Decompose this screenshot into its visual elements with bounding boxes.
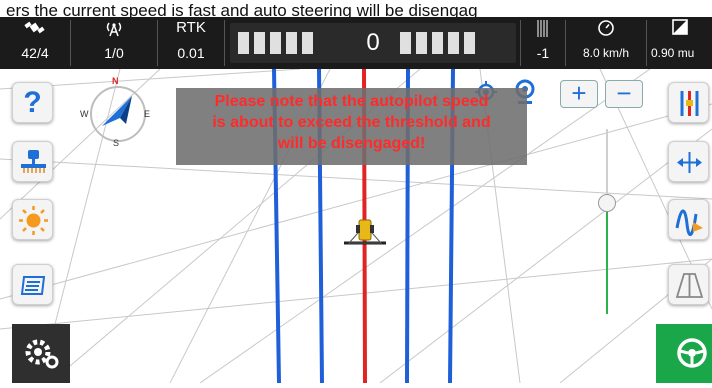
satellite-status[interactable]: 42/4: [0, 17, 70, 69]
perspective-view-icon: [675, 273, 704, 298]
lightbar-segment: [432, 32, 443, 54]
radio-status[interactable]: 1/0: [71, 17, 157, 69]
rtk-value: 0.01: [177, 45, 205, 61]
speed-value: 8.0 km/h: [582, 46, 630, 60]
shift-line-button[interactable]: [668, 141, 709, 182]
lightbar-segment: [254, 32, 265, 54]
settings-button[interactable]: [12, 324, 70, 383]
settings-icon: [25, 339, 59, 369]
lightbar-segment: [400, 32, 411, 54]
implement-icon: [21, 150, 46, 173]
auto-steer-engage-button[interactable]: [656, 324, 712, 383]
status-bar: 42/4 1/0 RTK 0.01 0 -1 8.0 km/h 0.90 mu: [0, 17, 712, 69]
lightbar-segment: [302, 32, 313, 54]
lightbar-segment: [448, 32, 459, 54]
zoom-out-label: −: [616, 78, 632, 108]
implement-button[interactable]: [12, 141, 53, 182]
lightbar-segment: [464, 32, 475, 54]
warning-line-1: Please note that the autopilot speed: [214, 93, 489, 110]
warning-line-3: will be disengaged!: [277, 135, 426, 152]
zoom-in-button[interactable]: +: [560, 78, 598, 108]
curve-line-icon: [675, 209, 703, 237]
speed-status[interactable]: 8.0 km/h: [566, 17, 646, 69]
curve-line-button[interactable]: [668, 199, 709, 240]
compass[interactable]: N S W E: [80, 76, 158, 150]
signal-value: -1: [536, 45, 550, 61]
lightbar-segment: [270, 32, 281, 54]
width-value: 0.90 mu: [651, 46, 695, 60]
guidance-lines-button[interactable]: [668, 82, 709, 123]
radio-value: 1/0: [104, 45, 124, 61]
steering-wheel-icon: [677, 338, 707, 368]
help-button[interactable]: ?: [12, 82, 53, 123]
speedometer-icon: [566, 19, 646, 42]
speed-warning-dialog: Please note that the autopilot speed is …: [176, 88, 527, 165]
lightbar: 0: [230, 23, 516, 63]
satellite-count: 42/4: [21, 45, 49, 61]
signal-bars-icon: [521, 19, 565, 44]
shift-line-icon: [677, 152, 702, 173]
layers-button[interactable]: [12, 264, 53, 305]
tractor-icon: [344, 219, 386, 245]
compass-west: W: [80, 109, 89, 119]
zoom-slider-handle[interactable]: [598, 194, 616, 212]
layers-icon: [20, 276, 46, 295]
signal-status[interactable]: -1: [521, 17, 565, 69]
warning-line-2: is about to exceed the threshold and: [212, 114, 491, 131]
brightness-button[interactable]: [12, 199, 53, 240]
help-icon: ?: [23, 86, 42, 119]
lightbar-offset: 0: [366, 29, 380, 56]
compass-north: N: [112, 76, 119, 86]
perspective-view-button[interactable]: [668, 264, 709, 305]
compass-south: S: [113, 138, 120, 148]
guidance-lines-icon: [680, 91, 699, 116]
area-icon: [647, 19, 712, 40]
width-status[interactable]: 0.90 mu: [647, 17, 712, 69]
lightbar-segment: [238, 32, 249, 54]
rtk-status[interactable]: RTK 0.01: [158, 17, 224, 69]
brightness-icon: [19, 206, 48, 235]
zoom-out-button[interactable]: −: [605, 78, 643, 108]
lightbar-segment: [286, 32, 297, 54]
compass-east: E: [144, 109, 151, 119]
antenna-icon: [71, 19, 157, 42]
rtk-label: RTK: [176, 19, 206, 36]
zoom-in-label: +: [571, 78, 587, 108]
lightbar-segment: [416, 32, 427, 54]
satellite-icon: [0, 19, 70, 42]
